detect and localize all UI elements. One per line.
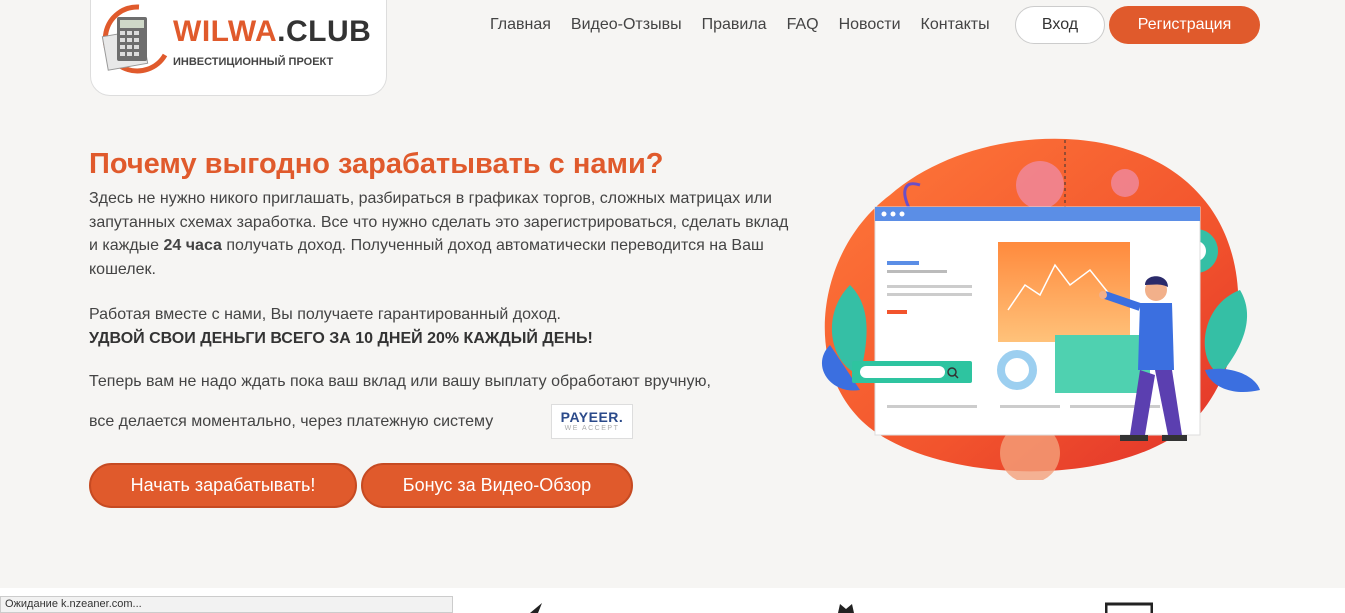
hero-text-bold: 24 часа <box>163 237 222 254</box>
nav-item-rules[interactable]: Правила <box>702 16 767 34</box>
nav-item-home[interactable]: Главная <box>490 16 551 34</box>
payeer-logo-text: PAYEER. <box>560 409 624 425</box>
nav-item-contacts[interactable]: Контакты <box>921 16 990 34</box>
guarantee-block: Работая вместе с нами, Вы получаете гара… <box>89 303 593 351</box>
logo-title: WILWA.CLUB <box>173 15 371 49</box>
login-button[interactable]: Вход <box>1015 6 1105 44</box>
monitor-icon <box>1105 602 1153 613</box>
double-money-slogan: УДВОЙ СВОИ ДЕНЬГИ ВСЕГО ЗА 10 ДНЕЙ 20% К… <box>89 330 593 347</box>
instant-text-line2: все делается моментально, через платежну… <box>89 413 494 430</box>
payeer-accept-text: WE ACCEPT <box>564 425 620 432</box>
guarantee-text: Работая вместе с нами, Вы получаете гара… <box>89 306 561 323</box>
browser-status-bar: Ожидание k.nzeaner.com... <box>0 596 453 613</box>
logo-subtitle: ИНВЕСТИЦИОННЫЙ ПРОЕКТ <box>173 56 334 68</box>
calculator-logo-icon <box>101 4 168 74</box>
pen-icon <box>530 603 542 613</box>
nav-item-video-reviews[interactable]: Видео-Отзывы <box>571 16 682 34</box>
register-button[interactable]: Регистрация <box>1109 6 1260 44</box>
crown-icon <box>838 604 854 613</box>
hero-illustration <box>821 138 1260 480</box>
instant-text-line1: Теперь вам не надо ждать пока ваш вклад … <box>89 373 711 390</box>
hero-title: Почему выгодно зарабатывать с нами? <box>89 148 664 180</box>
search-bar-graphic <box>852 361 972 383</box>
hero-description: Здесь не нужно никого приглашать, разбир… <box>89 187 789 281</box>
payeer-badge: PAYEER. WE ACCEPT <box>551 404 633 439</box>
nav-item-news[interactable]: Новости <box>839 16 901 34</box>
main-nav: Главная Видео-Отзывы Правила FAQ Новости… <box>480 6 1000 44</box>
start-earning-button[interactable]: Начать зарабатывать! <box>89 463 357 508</box>
logo-title-rest: .CLUB <box>277 15 372 48</box>
nav-item-faq[interactable]: FAQ <box>787 16 819 34</box>
video-bonus-button[interactable]: Бонус за Видео-Обзор <box>361 463 633 508</box>
logo-title-accent: WILWA <box>173 15 278 48</box>
site-logo[interactable]: WILWA.CLUB ИНВЕСТИЦИОННЫЙ ПРОЕКТ <box>90 0 387 96</box>
